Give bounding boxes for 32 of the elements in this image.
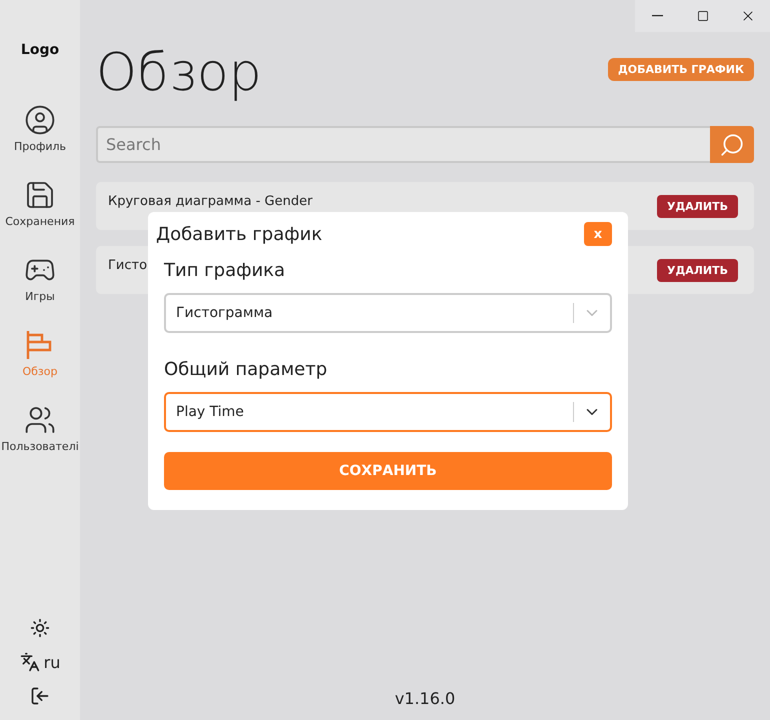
- search-icon: [719, 132, 745, 158]
- nav-item[interactable]: Игры: [0, 254, 80, 329]
- minimize-icon: [652, 15, 663, 17]
- users-icon: [24, 404, 56, 436]
- delete-button[interactable]: УДАЛИТЬ: [656, 258, 738, 282]
- language-label[interactable]: ru: [44, 652, 60, 672]
- nav-label: Пользователі: [1, 440, 79, 453]
- field-label: Тип графика: [164, 260, 286, 281]
- nav-label: Сохранения: [5, 215, 75, 228]
- delete-button[interactable]: УДАЛИТЬ: [656, 194, 738, 218]
- dialog-title: Добавить график: [156, 224, 322, 244]
- nav-item[interactable]: Сохранения: [0, 179, 80, 254]
- chart-name: Круговая диаграмма - Gender: [108, 194, 312, 208]
- logo: Logo: [20, 42, 60, 58]
- nav-item[interactable]: Профиль: [0, 104, 80, 179]
- nav-label: Игры: [25, 290, 55, 303]
- search-field[interactable]: Search: [96, 126, 710, 163]
- select-field[interactable]: Гистограмма: [164, 293, 612, 333]
- nav-label: Профиль: [14, 140, 66, 153]
- maximize-icon: [696, 10, 708, 22]
- page-title: Обзор: [96, 42, 262, 104]
- version-label: v1.16.0: [394, 689, 456, 708]
- select-field[interactable]: Play Time: [164, 392, 612, 432]
- theme-icon[interactable]: [30, 618, 50, 638]
- search-button[interactable]: [710, 126, 754, 163]
- chart-name: Гисто: [108, 258, 148, 272]
- nav-label: Обзор: [22, 365, 58, 378]
- nav-item[interactable]: Пользователі: [0, 404, 80, 479]
- user-circle-icon: [24, 104, 56, 136]
- field-label: Общий параметр: [164, 359, 328, 380]
- logout-icon[interactable]: [30, 686, 50, 706]
- translate-icon[interactable]: [20, 652, 40, 672]
